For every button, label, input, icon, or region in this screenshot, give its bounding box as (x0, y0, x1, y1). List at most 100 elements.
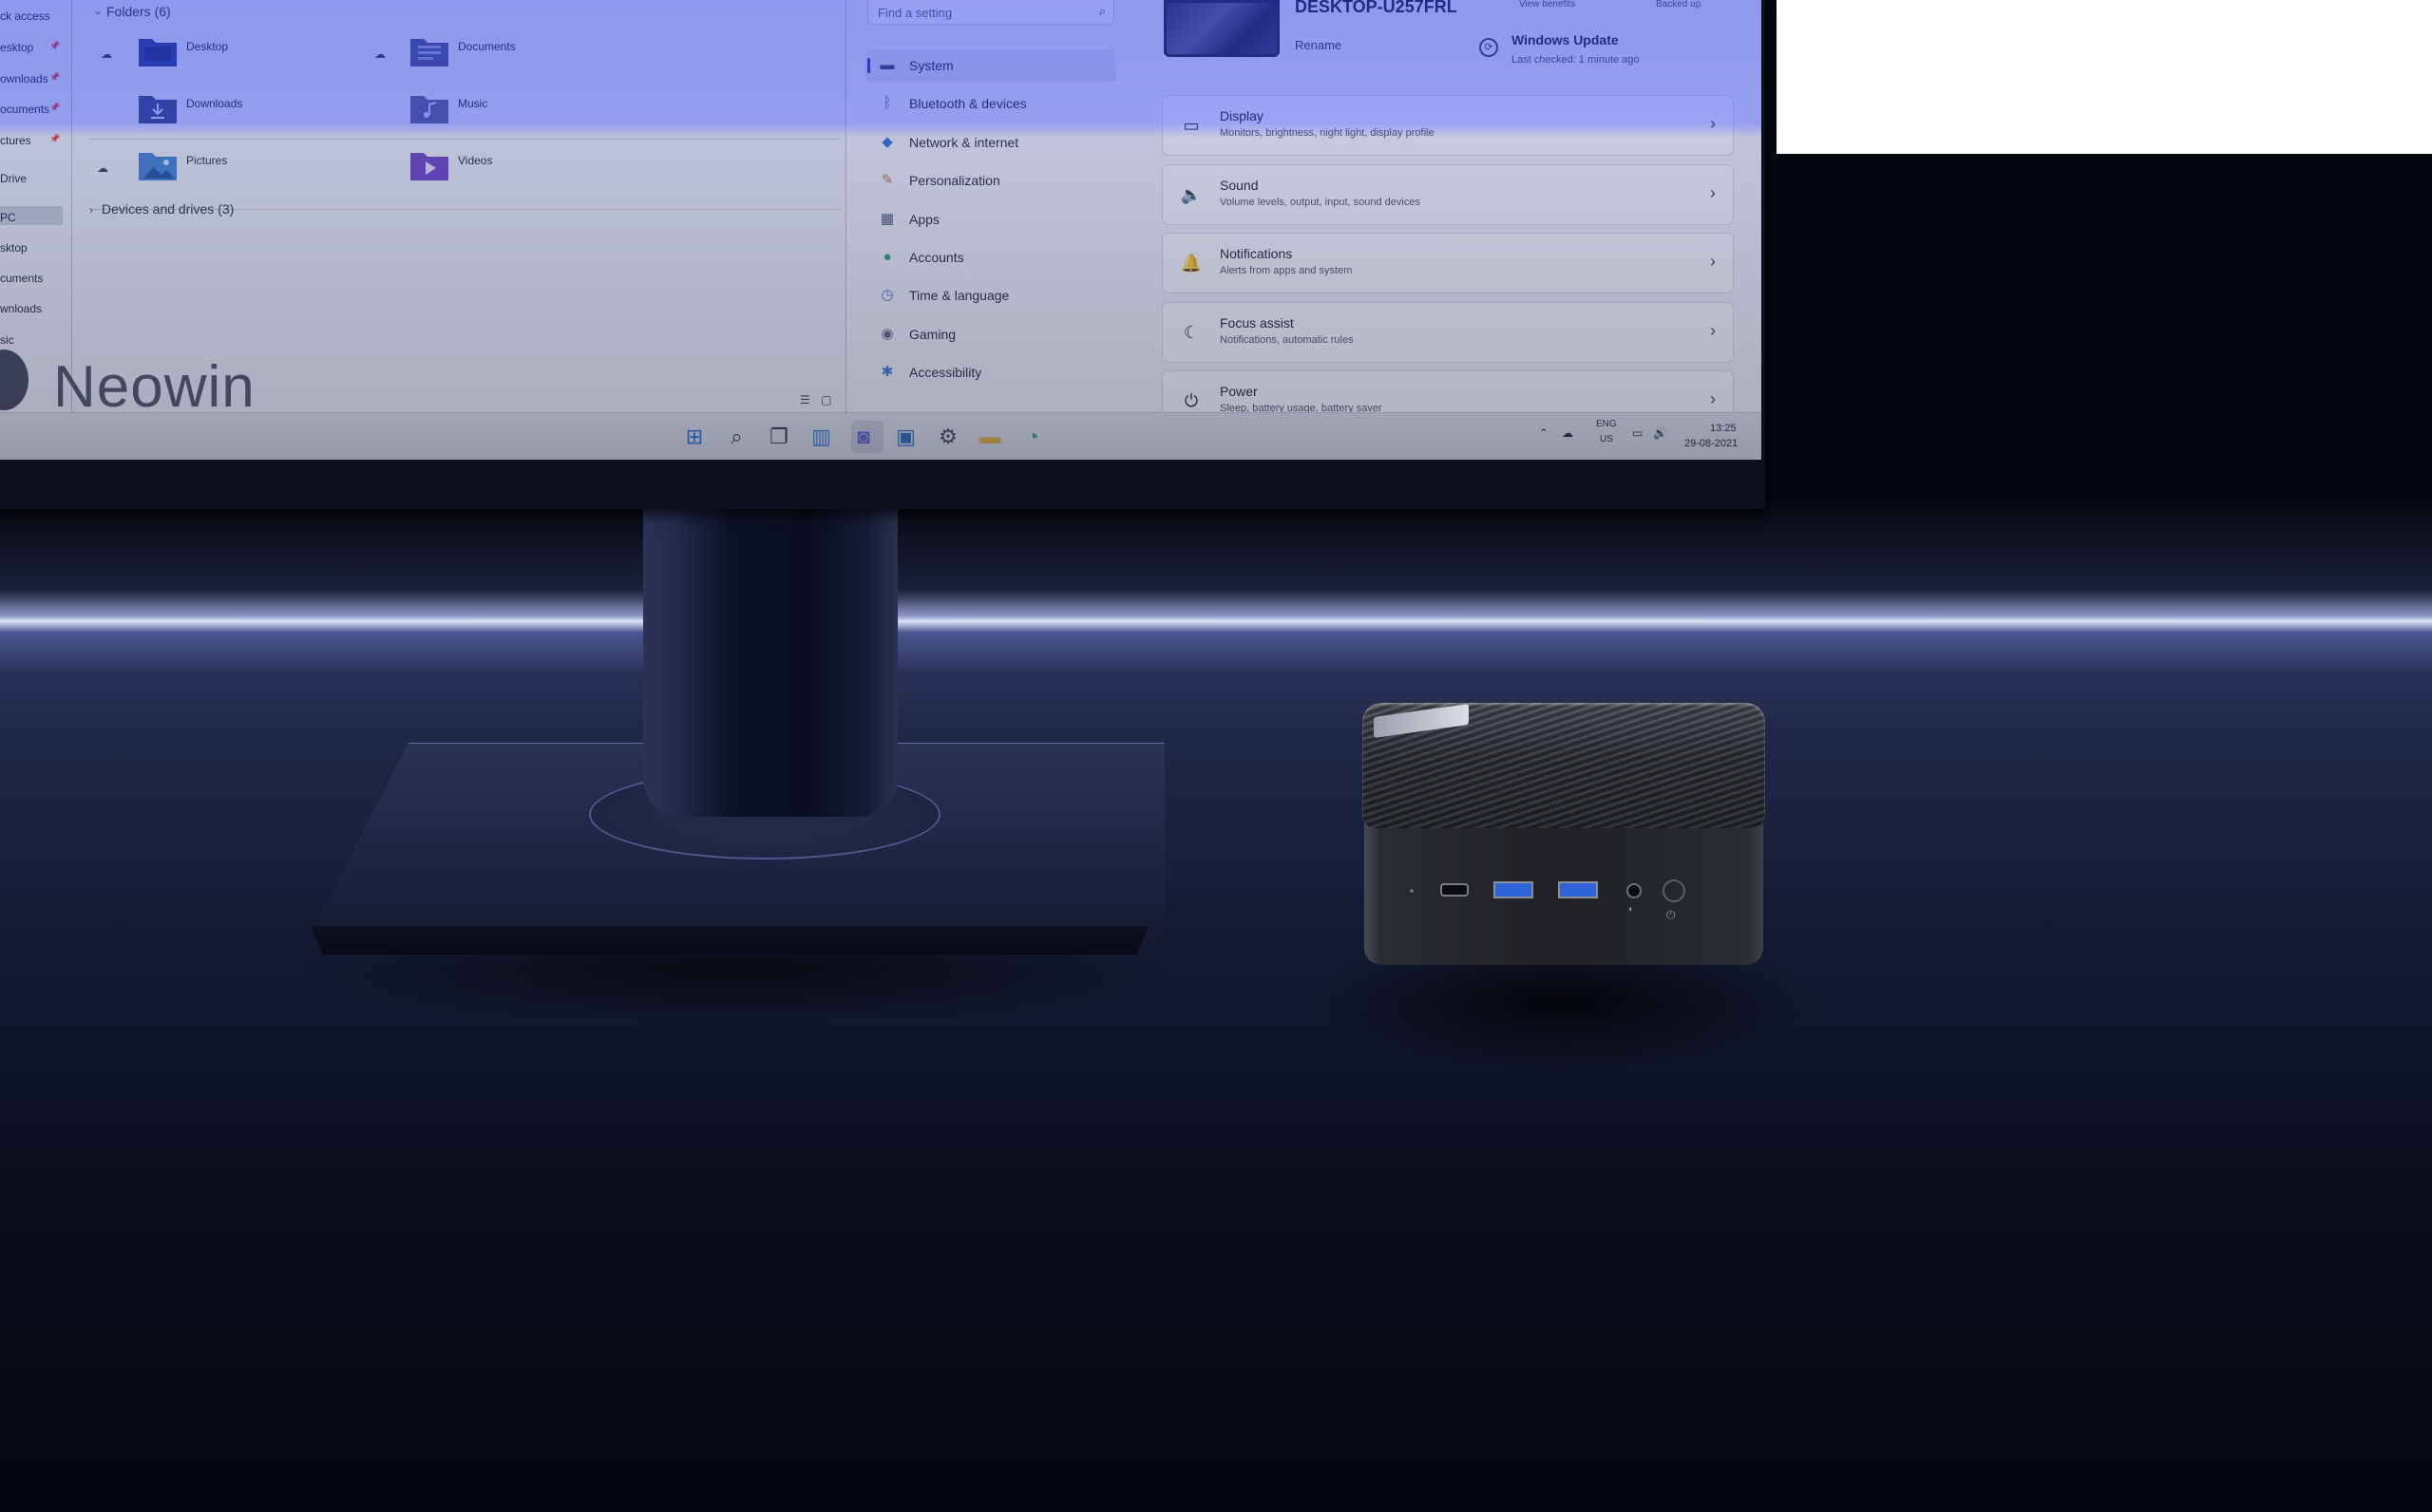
chevron-right-icon[interactable]: › (89, 203, 93, 217)
nav-item[interactable]: wnloads (0, 302, 42, 321)
card-subtitle: Alerts from apps and system (1220, 265, 1353, 276)
folder-documents[interactable]: Documents (408, 34, 656, 76)
music-folder-icon (410, 96, 448, 123)
bluetooth-icon: ᛒ (883, 95, 892, 112)
chevron-right-icon: › (1710, 182, 1716, 202)
windows-update-title[interactable]: Windows Update (1511, 32, 1619, 47)
monitor-base-edge (310, 926, 1150, 954)
settings-nav-gaming[interactable]: ◉ Gaming (865, 318, 1116, 350)
region-code: US (1600, 434, 1613, 444)
nav-item-label: ctures (0, 134, 31, 147)
settings-nav-bluetooth-devices[interactable]: ᛒ Bluetooth & devices (865, 87, 1116, 120)
chevron-down-icon[interactable]: ⌄ (93, 4, 103, 17)
folders-heading[interactable]: Folders (6) (106, 4, 171, 19)
settings-nav-system[interactable]: ▬ System (865, 49, 1116, 82)
volume-icon[interactable]: 🔊 (1653, 426, 1667, 440)
folder-label: Documents (458, 40, 516, 53)
language-indicator[interactable]: ENG (1596, 419, 1617, 429)
folder-label: Downloads (186, 97, 243, 110)
pin-icon: 📌 (49, 41, 61, 50)
settings-nav-label: Accounts (909, 250, 964, 265)
settings-nav-label: Gaming (909, 326, 957, 342)
settings-nav-label: Network & internet (909, 134, 1019, 150)
folder-pictures[interactable]: Pictures (137, 148, 384, 190)
settings-card-focus-assist[interactable]: ☾ Focus assist Notifications, automatic ru… (1162, 301, 1734, 363)
tiles-view-icon[interactable]: ▢ (821, 393, 831, 406)
settings-nav-accounts[interactable]: ● Accounts (865, 241, 1116, 274)
view-benefits-link[interactable]: View benefits (1519, 0, 1575, 9)
rename-link[interactable]: Rename (1295, 38, 1341, 52)
onedrive-icon[interactable]: ☁ (1562, 426, 1573, 440)
file-explorer-icon[interactable]: ▬ (978, 425, 1003, 449)
nav-item[interactable]: ownloads 📌 (0, 72, 60, 91)
accessibility-icon: ✱ (881, 364, 894, 381)
windows-update-status: Last checked: 1 minute ago (1511, 54, 1640, 66)
pin-icon: 📌 (49, 103, 61, 112)
nav-item[interactable]: ctures 📌 (0, 134, 60, 153)
folder-videos[interactable]: Videos (408, 148, 656, 190)
system-icon: ▬ (880, 57, 895, 73)
nav-item[interactable]: cuments (0, 272, 43, 291)
neowin-watermark: Neowin (53, 354, 256, 420)
view-toggle[interactable]: ☰ ▢ (800, 393, 831, 406)
pictures-folder-icon (139, 153, 177, 180)
bell-icon: 🔔 (1180, 254, 1203, 273)
usb-c-port (1440, 883, 1469, 897)
settings-gear-icon[interactable]: ⚙ (936, 425, 960, 449)
chat-icon[interactable]: ◙ (851, 425, 876, 449)
card-title: Power (1220, 384, 1258, 399)
settings-search-input[interactable] (876, 0, 1079, 25)
settings-nav-apps[interactable]: ▦ Apps (865, 203, 1116, 236)
network-icon[interactable]: ▭ (1632, 426, 1643, 440)
nav-item-label: sic (0, 333, 14, 347)
power-icon: ⏻ (1666, 908, 1676, 921)
folder-label: Videos (458, 154, 493, 167)
settings-nav-personalization[interactable]: ✎ Personalization (865, 164, 1116, 197)
folder-music[interactable]: Music (408, 91, 656, 133)
folder-downloads[interactable]: Downloads (137, 91, 384, 133)
edge-icon[interactable]: ◔ (1020, 425, 1045, 449)
desk-edge-light (0, 589, 2432, 674)
settings-nav-label: Bluetooth & devices (909, 96, 1027, 112)
settings-card-display[interactable]: ▭ Display Monitors, brightness, night ligh… (1162, 95, 1734, 156)
settings-nav-accessibility[interactable]: ✱ Accessibility (865, 356, 1116, 388)
settings-nav-label: System (909, 58, 954, 73)
monitor-neck (643, 499, 898, 817)
nav-item[interactable]: ck access (0, 9, 50, 28)
nav-item-label: ownloads (0, 72, 48, 85)
devices-and-drives-heading[interactable]: Devices and drives (3) (102, 201, 234, 217)
search-icon[interactable]: ⌕ (725, 425, 750, 449)
cloud-sync-icon: ☁ (101, 47, 112, 61)
settings-card-sound[interactable]: 🔈 Sound Volume levels, output, input, soun… (1162, 163, 1734, 225)
nav-item[interactable]: ocuments 📌 (0, 103, 60, 122)
file-explorer-window: ck access esktop 📌 ownloads 📌 ocuments 📌 ctures… (0, 0, 846, 420)
store-icon[interactable]: ▣ (894, 425, 919, 449)
folder-desktop[interactable]: Desktop (137, 34, 384, 76)
settings-nav-network-internet[interactable]: ◆ Network & internet (865, 126, 1116, 159)
settings-card-notifications[interactable]: 🔔 Notifications Alerts from apps and syste… (1162, 233, 1734, 293)
settings-nav-time-language[interactable]: ◷ Time & language (865, 279, 1116, 312)
clock-time[interactable]: 13:25 (1710, 423, 1737, 434)
settings-nav-label: Time & language (909, 288, 1010, 304)
mini-pc-body: ⏻ ◖ (1364, 815, 1763, 965)
settings-nav-label: Accessibility (909, 365, 982, 381)
nav-item[interactable]: sktop (0, 241, 28, 260)
settings-window: ⌕ ▬ System ᛒ Bluetooth & devices ◆ Network & … (846, 0, 1761, 431)
task-view-icon[interactable]: ❐ (767, 425, 791, 449)
display-icon: ▭ (1183, 116, 1200, 135)
accounts-icon: ● (883, 249, 892, 265)
usb-a-port (1493, 881, 1533, 898)
start-icon[interactable]: ⊞ (682, 425, 707, 449)
card-title: Focus assist (1220, 314, 1294, 331)
nav-item[interactable]: PC (0, 211, 16, 230)
search-icon[interactable]: ⌕ (1099, 4, 1106, 19)
apps-icon: ▦ (880, 210, 895, 227)
clock-date[interactable]: 29-08-2021 (1684, 438, 1738, 449)
pin-icon: 📌 (49, 72, 61, 82)
details-view-icon[interactable]: ☰ (800, 393, 810, 406)
nav-item[interactable]: esktop 📌 (0, 41, 60, 60)
widgets-icon[interactable]: ▥ (809, 425, 834, 449)
nav-item[interactable]: Drive (0, 172, 27, 191)
settings-search[interactable]: ⌕ (867, 0, 1114, 25)
chevron-up-icon[interactable]: ⌃ (1539, 426, 1548, 440)
